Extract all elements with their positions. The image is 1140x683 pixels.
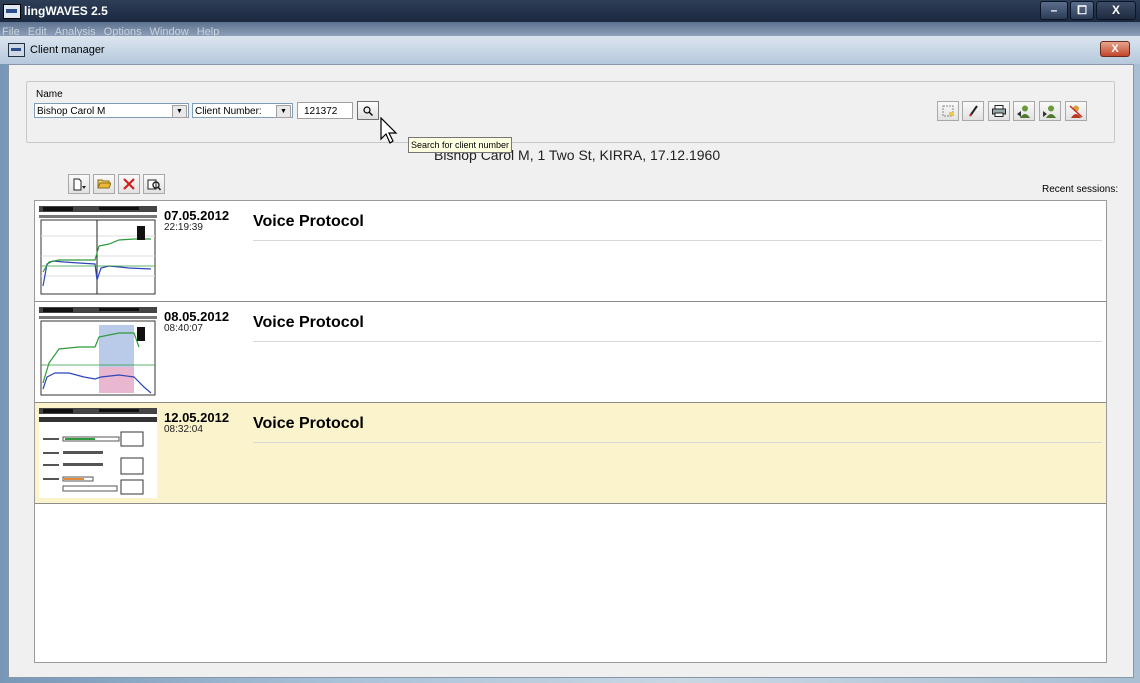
session-thumbnail: [39, 206, 157, 296]
users-export-icon: [1043, 105, 1056, 118]
select-button[interactable]: [937, 101, 959, 121]
print-button[interactable]: [988, 101, 1010, 121]
mouse-cursor-icon: [380, 117, 398, 144]
app-logo-icon: [3, 4, 21, 19]
pencil-icon: [969, 105, 978, 117]
printer-icon: [992, 105, 1006, 117]
search-settings-icon: [147, 179, 162, 191]
users-import-icon: [1017, 105, 1030, 118]
client-manager-close-button[interactable]: X: [1100, 41, 1130, 57]
session-row-selected[interactable]: 12.05.2012 08:32:04 Voice Protocol: [35, 403, 1106, 504]
session-date: 08.05.2012: [164, 309, 230, 324]
minimize-button[interactable]: –: [1040, 1, 1068, 20]
session-divider: [253, 442, 1102, 443]
search-tooltip: Search for client number: [408, 137, 513, 153]
delete-icon: [123, 178, 135, 190]
session-date: 12.05.2012: [164, 410, 230, 425]
session-time: 08:32:04: [164, 424, 203, 435]
magnifier-icon: [363, 106, 373, 116]
search-by-combobox[interactable]: Client Number: ▼: [192, 103, 293, 118]
client-manager-titlebar: Client manager X: [0, 36, 1140, 64]
session-list: 07.05.2012 22:19:39 Voice Protocol 08.05…: [34, 200, 1107, 663]
session-divider: [253, 240, 1102, 241]
client-number-field[interactable]: 121372: [297, 102, 353, 119]
app-titlebar: lingWAVES 2.5 – ⧠ X: [0, 0, 1140, 22]
session-date: 07.05.2012: [164, 208, 230, 223]
session-row[interactable]: 07.05.2012 22:19:39 Voice Protocol: [35, 201, 1106, 302]
session-title[interactable]: Voice Protocol: [253, 213, 364, 231]
session-thumbnail: [39, 307, 157, 397]
open-session-button[interactable]: [93, 174, 115, 194]
new-session-button[interactable]: [68, 174, 90, 194]
search-by-value: Client Number:: [195, 106, 262, 117]
recent-sessions-label: Recent sessions:: [1042, 184, 1119, 195]
close-button[interactable]: X: [1096, 1, 1136, 20]
menu-bar: File Edit Analysis Options Window Help: [0, 22, 1140, 38]
delete-session-button[interactable]: [118, 174, 140, 194]
edit-button[interactable]: [962, 101, 984, 121]
session-thumbnail: [39, 408, 157, 498]
name-dropdown-arrow-icon[interactable]: ▼: [172, 105, 187, 118]
session-title[interactable]: Voice Protocol: [253, 415, 364, 433]
session-time: 08:40:07: [164, 323, 203, 334]
app-title: lingWAVES 2.5: [24, 4, 108, 18]
session-title[interactable]: Voice Protocol: [253, 314, 364, 332]
search-client-button[interactable]: [357, 101, 379, 120]
session-time: 22:19:39: [164, 222, 203, 233]
session-row[interactable]: 08.05.2012 08:40:07 Voice Protocol: [35, 302, 1106, 403]
maximize-button[interactable]: ⧠: [1070, 1, 1094, 20]
new-icon: [73, 178, 86, 191]
client-manager-title: Client manager: [30, 44, 105, 56]
import-client-button[interactable]: [1013, 101, 1035, 121]
open-folder-icon: [97, 179, 112, 189]
search-by-dropdown-arrow-icon[interactable]: ▼: [276, 105, 291, 118]
export-client-button[interactable]: [1039, 101, 1061, 121]
select-icon: [942, 105, 954, 117]
name-combobox[interactable]: Bishop Carol M ▼: [34, 103, 189, 118]
session-settings-button[interactable]: [143, 174, 165, 194]
user-delete-icon: [1069, 105, 1083, 118]
session-divider: [253, 341, 1102, 342]
name-combobox-value: Bishop Carol M: [37, 106, 106, 117]
delete-client-button[interactable]: [1065, 101, 1087, 121]
name-label: Name: [36, 89, 63, 100]
window-logo-icon: [8, 43, 25, 57]
